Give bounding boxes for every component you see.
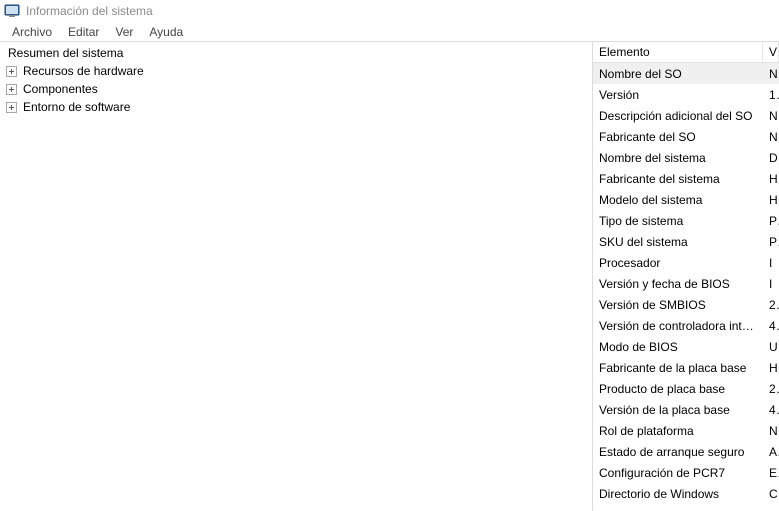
details-cell-element: Configuración de PCR7 xyxy=(593,466,763,480)
menubar: Archivo Editar Ver Ayuda xyxy=(0,22,779,41)
msinfo32-icon xyxy=(4,3,20,19)
details-row[interactable]: Versión1 xyxy=(593,84,779,105)
details-cell-element: Directorio de Windows xyxy=(593,487,763,501)
tree-root-label: Resumen del sistema xyxy=(8,46,123,60)
tree-pane[interactable]: Resumen del sistema Recursos de hardware… xyxy=(0,42,593,511)
details-row[interactable]: Versión de SMBIOS2 xyxy=(593,294,779,315)
tree-node-label: Entorno de software xyxy=(21,99,132,115)
details-cell-element: Versión xyxy=(593,88,763,102)
details-pane[interactable]: Elemento V Nombre del SONVersión1Descrip… xyxy=(593,42,779,511)
details-row[interactable]: Tipo de sistemaP xyxy=(593,210,779,231)
details-cell-value: H xyxy=(763,193,779,207)
details-row[interactable]: Descripción adicional del SON xyxy=(593,105,779,126)
column-header-element[interactable]: Elemento xyxy=(593,42,763,62)
details-cell-value: H xyxy=(763,361,779,375)
details-cell-element: Modo de BIOS xyxy=(593,340,763,354)
details-row[interactable]: Fabricante de la placa baseH xyxy=(593,357,779,378)
details-cell-element: Procesador xyxy=(593,256,763,270)
details-cell-element: Versión de SMBIOS xyxy=(593,298,763,312)
details-cell-element: Versión y fecha de BIOS xyxy=(593,277,763,291)
details-cell-element: Fabricante del sistema xyxy=(593,172,763,186)
details-cell-value: I xyxy=(763,277,779,291)
details-cell-element: Fabricante del SO xyxy=(593,130,763,144)
details-cell-value: N xyxy=(763,424,779,438)
details-row[interactable]: Nombre del sistemaD xyxy=(593,147,779,168)
tree-node-software-environment[interactable]: Entorno de software xyxy=(6,98,592,116)
titlebar[interactable]: Información del sistema xyxy=(0,0,779,22)
details-row[interactable]: Rol de plataformaN xyxy=(593,420,779,441)
details-row[interactable]: ProcesadorI xyxy=(593,252,779,273)
details-cell-value: C xyxy=(763,487,779,501)
details-cell-value: E xyxy=(763,466,779,480)
details-row[interactable]: Modelo del sistemaH xyxy=(593,189,779,210)
menu-ver[interactable]: Ver xyxy=(109,24,139,40)
details-row[interactable]: Configuración de PCR7E xyxy=(593,462,779,483)
window-title: Información del sistema xyxy=(26,4,153,18)
details-row[interactable]: Nombre del SON xyxy=(593,63,779,84)
details-cell-value: 4 xyxy=(763,403,779,417)
details-cell-element: Modelo del sistema xyxy=(593,193,763,207)
details-cell-value: 4 xyxy=(763,319,779,333)
plus-icon[interactable] xyxy=(6,102,17,113)
tree-node-label: Recursos de hardware xyxy=(21,63,146,79)
tree-children: Recursos de hardware Componentes Entorno… xyxy=(0,62,592,116)
details-cell-value: 1 xyxy=(763,88,779,102)
details-cell-value: D xyxy=(763,151,779,165)
details-row[interactable]: Versión de controladora integr...4 xyxy=(593,315,779,336)
tree-node-components[interactable]: Componentes xyxy=(6,80,592,98)
details-cell-element: Rol de plataforma xyxy=(593,424,763,438)
menu-editar[interactable]: Editar xyxy=(62,24,105,40)
details-cell-element: Versión de controladora integr... xyxy=(593,319,763,333)
details-cell-element: Versión de la placa base xyxy=(593,403,763,417)
details-row[interactable]: Estado de arranque seguroA xyxy=(593,441,779,462)
tree-root-system-summary[interactable]: Resumen del sistema xyxy=(0,44,592,62)
details-row[interactable]: Fabricante del sistemaH xyxy=(593,168,779,189)
details-cell-element: Estado de arranque seguro xyxy=(593,445,763,459)
details-cell-value: H xyxy=(763,172,779,186)
details-cell-value: P xyxy=(763,235,779,249)
details-cell-value: I xyxy=(763,256,779,270)
details-cell-value: N xyxy=(763,67,779,81)
details-cell-element: Nombre del sistema xyxy=(593,151,763,165)
details-cell-element: Nombre del SO xyxy=(593,67,763,81)
details-cell-element: Producto de placa base xyxy=(593,382,763,396)
details-cell-value: 2 xyxy=(763,298,779,312)
details-cell-element: SKU del sistema xyxy=(593,235,763,249)
details-row[interactable]: Versión de la placa base4 xyxy=(593,399,779,420)
details-row[interactable]: SKU del sistemaP xyxy=(593,231,779,252)
details-row[interactable]: Versión y fecha de BIOSI xyxy=(593,273,779,294)
column-header-value[interactable]: V xyxy=(763,42,779,62)
details-row[interactable]: Modo de BIOSU xyxy=(593,336,779,357)
plus-icon[interactable] xyxy=(6,66,17,77)
menu-ayuda[interactable]: Ayuda xyxy=(143,24,189,40)
details-cell-value: N xyxy=(763,130,779,144)
details-cell-element: Descripción adicional del SO xyxy=(593,109,763,123)
client-area: Resumen del sistema Recursos de hardware… xyxy=(0,41,779,511)
plus-icon[interactable] xyxy=(6,84,17,95)
details-cell-value: 2 xyxy=(763,382,779,396)
details-cell-element: Fabricante de la placa base xyxy=(593,361,763,375)
details-cell-value: A xyxy=(763,445,779,459)
details-header: Elemento V xyxy=(593,42,779,63)
details-row[interactable]: Directorio de WindowsC xyxy=(593,483,779,504)
details-cell-element: Tipo de sistema xyxy=(593,214,763,228)
details-cell-value: N xyxy=(763,109,779,123)
details-body: Nombre del SONVersión1Descripción adicio… xyxy=(593,63,779,504)
menu-archivo[interactable]: Archivo xyxy=(6,24,58,40)
details-row[interactable]: Fabricante del SON xyxy=(593,126,779,147)
details-cell-value: U xyxy=(763,340,779,354)
tree-node-hardware-resources[interactable]: Recursos de hardware xyxy=(6,62,592,80)
details-row[interactable]: Producto de placa base2 xyxy=(593,378,779,399)
details-cell-value: P xyxy=(763,214,779,228)
tree-node-label: Componentes xyxy=(21,81,100,97)
